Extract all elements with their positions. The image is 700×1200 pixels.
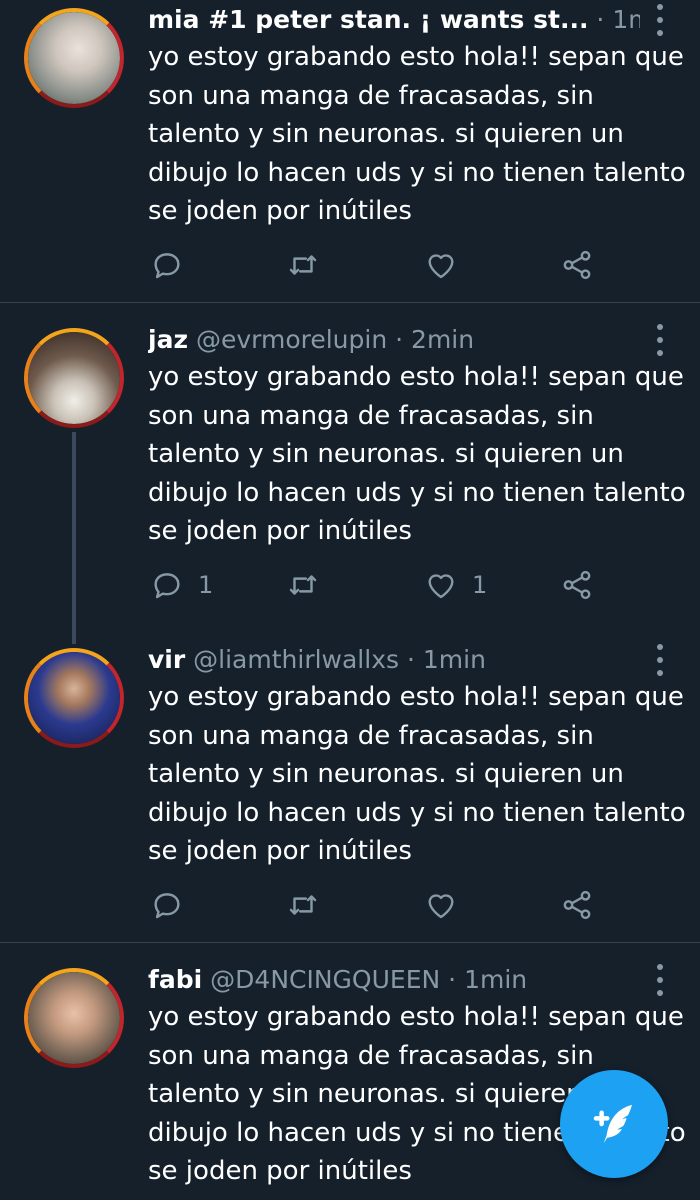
tweet[interactable]: vir @liamthirlwallxs · 1min yo estoy gra… <box>0 640 700 942</box>
heart-icon <box>428 894 454 919</box>
timestamp[interactable]: 1min <box>423 645 486 674</box>
thread-connector-line <box>72 432 76 644</box>
share-icon <box>563 570 591 600</box>
like-button[interactable]: 1 <box>424 565 487 605</box>
reply-icon <box>154 573 180 599</box>
retweet-icon <box>289 895 317 915</box>
reply-button[interactable] <box>150 885 198 925</box>
reply-icon <box>154 893 180 919</box>
retweet-icon <box>289 575 317 595</box>
avatar[interactable] <box>24 8 124 108</box>
tweet-text: yo estoy grabando esto hola!! sepan que … <box>148 362 686 546</box>
more-vertical-icon[interactable] <box>654 324 666 356</box>
tweet-header: fabi @D4NCINGQUEEN · 1min <box>148 960 640 1000</box>
avatar-image <box>28 972 120 1064</box>
username[interactable]: @evrmorelupin <box>196 325 387 354</box>
avatar-image <box>28 12 120 104</box>
retweet-button[interactable] <box>286 565 334 605</box>
share-button[interactable] <box>560 885 594 925</box>
more-vertical-icon[interactable] <box>654 4 666 36</box>
tweet[interactable]: jaz @evrmorelupin · 2min yo estoy graban… <box>0 320 700 620</box>
username[interactable]: @liamthirlwallxs <box>193 645 399 674</box>
like-button[interactable] <box>424 885 472 925</box>
display-name[interactable]: mia #1 peter stan. ¡ wants st... <box>148 5 588 34</box>
avatar[interactable] <box>24 328 124 428</box>
more-vertical-icon[interactable] <box>654 644 666 676</box>
like-button[interactable] <box>424 245 472 285</box>
reply-count: 1 <box>198 571 214 599</box>
share-button[interactable] <box>560 565 594 605</box>
reply-button[interactable]: 1 <box>150 565 213 605</box>
reply-button[interactable] <box>150 245 198 285</box>
like-count: 1 <box>472 571 488 599</box>
divider <box>0 942 700 943</box>
timestamp[interactable]: 1min <box>612 5 640 34</box>
share-button[interactable] <box>560 245 594 285</box>
divider <box>0 302 700 303</box>
retweet-icon <box>289 255 317 275</box>
more-vertical-icon[interactable] <box>654 964 666 996</box>
share-icon <box>563 250 591 280</box>
tweet[interactable]: mia #1 peter stan. ¡ wants st... · 1min … <box>0 0 700 302</box>
separator-dot: · <box>406 645 415 674</box>
reply-icon <box>154 253 180 279</box>
timestamp[interactable]: 1min <box>464 965 527 994</box>
heart-icon <box>428 574 454 599</box>
separator-dot: · <box>395 325 404 354</box>
display-name[interactable]: fabi <box>148 965 202 994</box>
timestamp[interactable]: 2min <box>411 325 474 354</box>
retweet-button[interactable] <box>286 885 334 925</box>
tweet-actions: 1 1 <box>148 565 618 605</box>
heart-icon <box>428 254 454 279</box>
avatar-image <box>28 332 120 424</box>
retweet-button[interactable] <box>286 245 334 285</box>
compose-tweet-button[interactable] <box>560 1070 668 1178</box>
tweet-header: mia #1 peter stan. ¡ wants st... · 1min <box>148 0 640 40</box>
tweet-header: vir @liamthirlwallxs · 1min <box>148 640 640 680</box>
tweet-text: yo estoy grabando esto hola!! sepan que … <box>148 42 686 226</box>
avatar[interactable] <box>24 968 124 1068</box>
tweet-actions <box>148 245 618 285</box>
compose-tweet-icon <box>593 1104 632 1144</box>
tweet-actions <box>148 885 618 925</box>
avatar[interactable] <box>24 648 124 748</box>
separator-dot: · <box>596 5 605 34</box>
display-name[interactable]: vir <box>148 645 185 674</box>
tweet-text: yo estoy grabando esto hola!! sepan que … <box>148 682 686 866</box>
username[interactable]: @D4NCINGQUEEN <box>210 965 440 994</box>
tweet-header: jaz @evrmorelupin · 2min <box>148 320 640 360</box>
separator-dot: · <box>448 965 457 994</box>
avatar-image <box>28 652 120 744</box>
share-icon <box>563 890 591 920</box>
display-name[interactable]: jaz <box>148 325 188 354</box>
